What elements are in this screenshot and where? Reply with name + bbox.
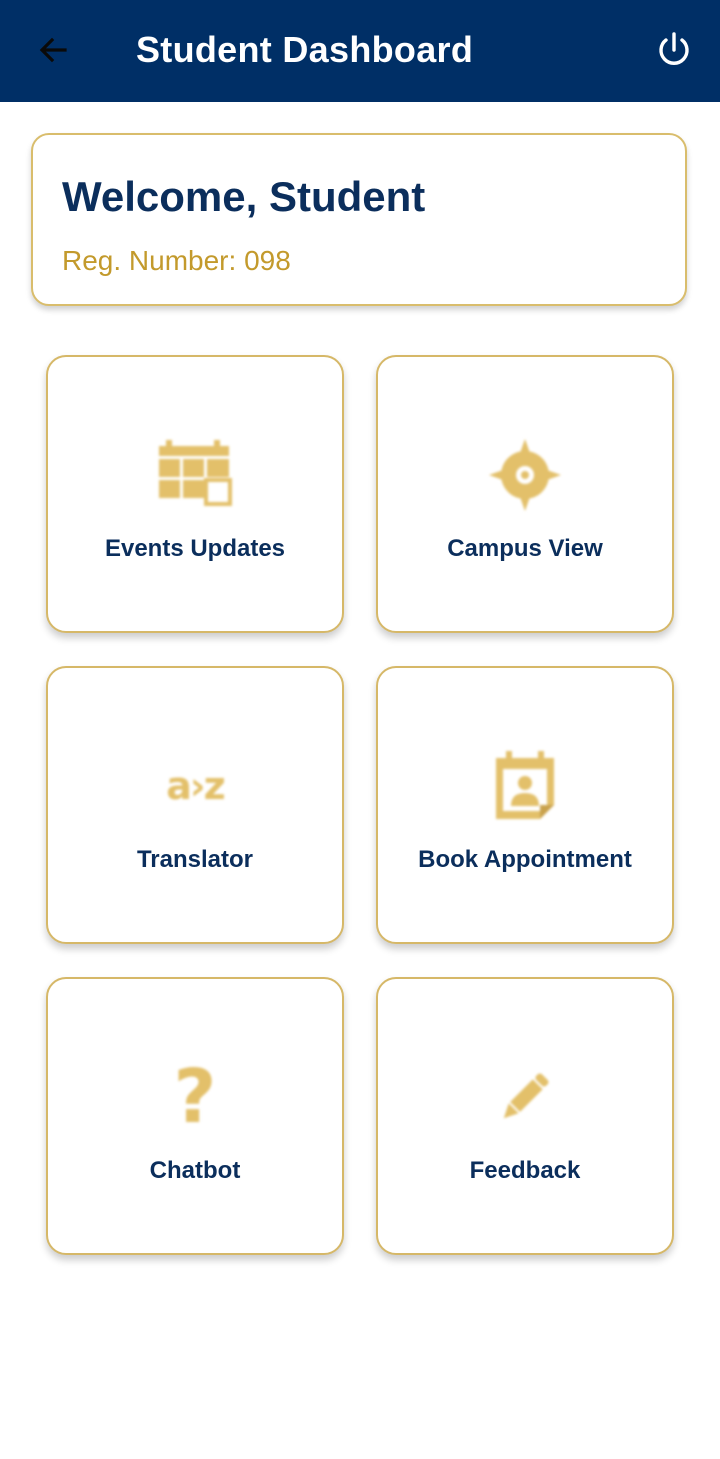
tile-label: Feedback bbox=[469, 1157, 581, 1184]
a-to-z-translate-icon: a›z bbox=[166, 764, 225, 808]
power-button[interactable] bbox=[648, 24, 700, 76]
calendar-grid-icon bbox=[155, 435, 235, 515]
tile-translator[interactable]: a›z Translator bbox=[46, 666, 344, 944]
tile-label: Translator bbox=[136, 846, 254, 873]
tile-label: Chatbot bbox=[149, 1157, 241, 1184]
tile-feedback[interactable]: Feedback bbox=[376, 977, 674, 1255]
welcome-card: Welcome, Student Reg. Number: 098 bbox=[31, 133, 687, 306]
compass-target-icon bbox=[485, 435, 565, 515]
tile-label: Campus View bbox=[447, 535, 603, 562]
app-bar: Student Dashboard bbox=[0, 0, 720, 102]
tile-campus-view[interactable]: Campus View bbox=[376, 355, 674, 633]
tile-label: Events Updates bbox=[104, 535, 286, 562]
registration-number: Reg. Number: 098 bbox=[62, 245, 291, 276]
tile-book-appointment[interactable]: Book Appointment bbox=[376, 666, 674, 944]
welcome-title: Welcome, Student bbox=[62, 173, 426, 220]
tile-events-updates[interactable]: Events Updates bbox=[46, 355, 344, 633]
contact-calendar-icon bbox=[485, 746, 565, 826]
power-icon bbox=[659, 32, 689, 65]
arrow-left-icon bbox=[39, 37, 67, 63]
back-button[interactable] bbox=[28, 25, 78, 75]
page-title: Student Dashboard bbox=[136, 29, 474, 70]
tile-label: Book Appointment bbox=[418, 846, 632, 873]
pencil-icon bbox=[485, 1057, 565, 1137]
question-mark-icon: ? bbox=[173, 1054, 217, 1140]
tile-chatbot[interactable]: ? Chatbot bbox=[46, 977, 344, 1255]
